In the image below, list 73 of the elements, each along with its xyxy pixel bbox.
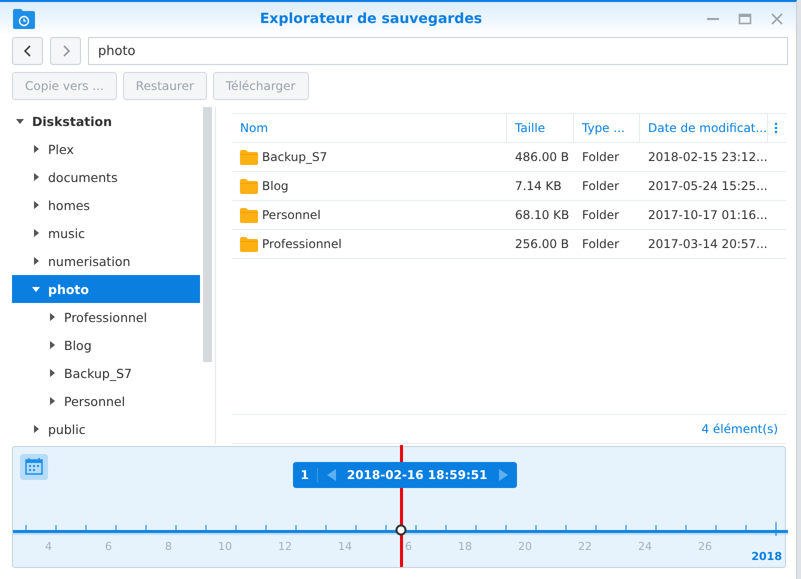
scrollbar[interactable] (203, 107, 212, 362)
folder-icon (240, 208, 258, 222)
caret-icon[interactable] (48, 313, 56, 321)
column-header[interactable]: Date de modificat... (640, 114, 768, 142)
path-field[interactable]: photo (88, 37, 788, 65)
column-header[interactable]: Taille (507, 114, 574, 142)
day-label: 12 (277, 540, 292, 553)
column-header[interactable]: Nom (232, 114, 507, 142)
table-cell-text: 2017-05-24 15:25... (647, 179, 768, 193)
table-cell-text: 2017-10-17 01:16... (647, 208, 768, 222)
tree-item[interactable]: Backup_S7 (12, 359, 200, 387)
caret-icon[interactable] (32, 285, 40, 293)
table-cell-text: 486.00 B (514, 150, 570, 164)
tree-item[interactable]: music (12, 219, 200, 247)
day-label: 4 (44, 540, 52, 553)
table-cell: Backup_S7 (262, 150, 328, 164)
table-cell-text: Folder (581, 179, 620, 193)
window-title: Explorateur de sauvegardes (258, 11, 484, 27)
caret-icon[interactable] (32, 229, 40, 237)
chevron-right-icon (60, 44, 70, 58)
day-label: 18 (457, 540, 472, 553)
day-label: 6 (104, 540, 112, 553)
column-header[interactable]: Type ... (574, 114, 640, 142)
tree-item[interactable]: Plex (12, 135, 200, 163)
caret-icon[interactable] (48, 341, 56, 349)
table-cell-text: 2017-03-14 20:57... (647, 237, 768, 251)
tree-item[interactable]: Personnel (12, 387, 200, 415)
folder-icon (240, 236, 258, 252)
table-cell-text: Folder (581, 150, 620, 164)
year-label: 2018 (751, 550, 782, 563)
tree-item[interactable]: public (12, 415, 200, 443)
item-count: 4 élément(s) (701, 422, 778, 436)
tree-item[interactable]: numerisation (12, 247, 200, 275)
tree-item[interactable]: Blog (12, 331, 200, 359)
caret-icon[interactable] (48, 397, 56, 405)
table-cell-text: 7.14 KB (514, 179, 563, 193)
day-label: 24 (637, 540, 652, 553)
table-cell-text: Folder (581, 237, 620, 251)
day-label: 26 (697, 540, 712, 553)
caret-icon[interactable] (32, 145, 40, 153)
caret-icon[interactable] (32, 173, 40, 181)
chevron-left-icon (22, 44, 32, 58)
folder-icon (240, 150, 258, 164)
table-cell: Blog (262, 179, 289, 193)
day-label: 6 (404, 540, 412, 553)
tree-item[interactable]: Diskstation (12, 107, 200, 135)
table-cell-text: Folder (581, 208, 620, 222)
timeline-handle[interactable] (394, 524, 406, 536)
table-cell-text: 68.10 KB (514, 208, 570, 222)
version-datetime: 2018-02-16 18:59:51 (346, 468, 488, 482)
table-cell-text: 256.00 B (514, 237, 570, 251)
folder-clock-icon (12, 8, 36, 30)
tree-item[interactable]: homes (12, 191, 200, 219)
tree-item[interactable]: photo (12, 275, 200, 303)
table-cell-text: 2018-02-15 23:12... (647, 150, 768, 164)
day-label: 14 (337, 540, 352, 553)
tree-item[interactable]: documents (12, 163, 200, 191)
version-number: 1 (300, 468, 318, 482)
day-label: 20 (517, 540, 532, 553)
day-label: 8 (164, 540, 172, 553)
timeline-track[interactable] (13, 522, 788, 536)
caret-icon[interactable] (16, 117, 24, 125)
table-cell: Professionnel (262, 237, 342, 251)
table-cell: Personnel (262, 208, 321, 222)
back-button[interactable] (12, 37, 43, 65)
caret-icon[interactable] (32, 201, 40, 209)
caret-icon[interactable] (32, 257, 40, 265)
folder-icon (240, 178, 258, 194)
day-label: 22 (577, 540, 592, 553)
caret-icon[interactable] (48, 369, 56, 377)
tree-item[interactable]: Professionnel (12, 303, 200, 331)
day-label: 10 (217, 540, 232, 553)
caret-icon[interactable] (32, 425, 40, 433)
